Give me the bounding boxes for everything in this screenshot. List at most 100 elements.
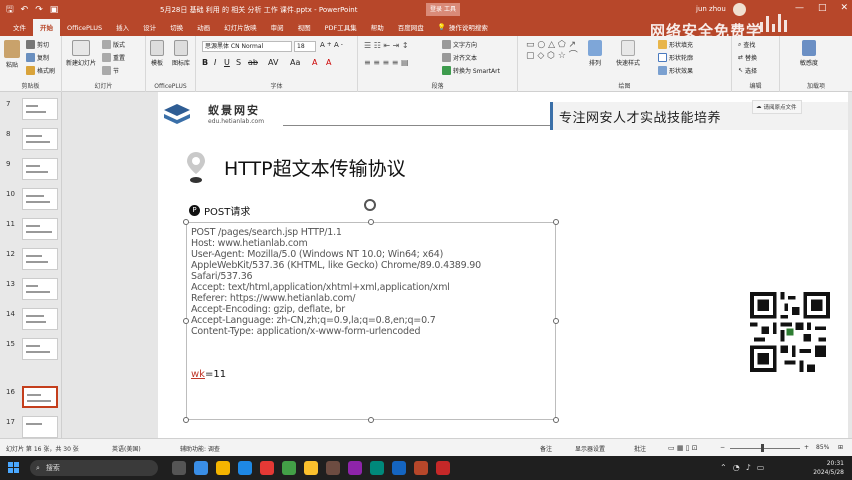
shape-outline-button[interactable]: 形状轮廓	[658, 53, 693, 62]
thumbnail-11[interactable]: 11	[0, 216, 62, 246]
maximize-icon[interactable]: □	[818, 3, 827, 13]
app-icon-6[interactable]	[348, 461, 362, 475]
zoom-slider-thumb[interactable]	[761, 444, 764, 452]
strike-button[interactable]: ab	[248, 58, 258, 67]
fit-slide-icon[interactable]: ⊞	[838, 444, 843, 451]
tab-baidu-netdisk[interactable]: 百度网盘	[391, 19, 431, 36]
slide-title[interactable]: HTTP超文本传输协议	[224, 154, 406, 181]
redo-icon[interactable]: ↷	[35, 5, 43, 15]
powerpoint-icon[interactable]	[414, 461, 428, 475]
tab-animations[interactable]: 动画	[190, 19, 217, 36]
font-color-button[interactable]: A	[312, 58, 317, 67]
resize-handle-tl[interactable]	[183, 219, 189, 225]
tab-help[interactable]: 帮助	[364, 19, 391, 36]
tab-file[interactable]: 文件	[6, 19, 33, 36]
change-case-button[interactable]: Aa	[290, 58, 300, 67]
section-button[interactable]: 节	[102, 66, 119, 75]
grow-font-button[interactable]: A +	[320, 41, 332, 49]
save-icon[interactable]: 🖫	[6, 2, 14, 18]
user-name[interactable]: jun zhou	[696, 5, 726, 13]
zoom-slider-track[interactable]	[730, 448, 800, 449]
quick-styles-button[interactable]: 快速样式	[616, 40, 640, 67]
thumbnail-8[interactable]: 8	[0, 126, 62, 156]
tab-transitions[interactable]: 切换	[163, 19, 190, 36]
resize-handle-tr[interactable]	[553, 219, 559, 225]
task-view-icon[interactable]	[172, 461, 186, 475]
bullets-button[interactable]: ☰ ☷ ⇤ ⇥ ↕	[364, 41, 409, 50]
rotate-handle[interactable]	[364, 199, 376, 211]
tab-pdf-tools[interactable]: PDF工具集	[318, 19, 364, 36]
thumbnail-16[interactable]: 16	[0, 384, 62, 414]
thumbnail-15[interactable]: 15	[0, 336, 62, 366]
file-explorer-icon[interactable]	[216, 461, 230, 475]
resize-handle-t[interactable]	[368, 219, 374, 225]
request-textbox[interactable]: P POST请求 POST /pages/search.jsp HTTP/1.1…	[183, 199, 559, 423]
thumbnail-12[interactable]: 12	[0, 246, 62, 276]
align-buttons[interactable]: ≡ ≡ ≡ ≡ ▤	[364, 58, 409, 67]
tab-slideshow[interactable]: 幻灯片放映	[217, 19, 264, 36]
shape-effects-button[interactable]: 形状效果	[658, 66, 693, 75]
app-icon-1[interactable]	[194, 461, 208, 475]
reset-button[interactable]: 重置	[102, 53, 125, 62]
sync-badge[interactable]: 登录 工具	[426, 3, 460, 16]
display-settings-button[interactable]: 显示器设置	[575, 444, 605, 453]
char-spacing-button[interactable]: AV	[268, 58, 278, 67]
tab-officeplus[interactable]: OfficePLUS	[60, 21, 109, 36]
taskbar-search[interactable]: ⌕ 搜索	[30, 460, 158, 476]
shrink-font-button[interactable]: A-	[334, 41, 343, 49]
upload-badge[interactable]: ☁ 请阅原点文件	[752, 100, 802, 114]
resize-handle-b[interactable]	[368, 417, 374, 423]
thumbnail-7[interactable]: 7	[0, 96, 62, 126]
font-size-select[interactable]: 18	[294, 41, 316, 52]
app-icon-3[interactable]	[282, 461, 296, 475]
replace-button[interactable]: ⇄ 替换	[738, 53, 757, 62]
clock[interactable]: 20:31 2024/5/28	[813, 459, 844, 477]
avatar[interactable]	[733, 3, 746, 16]
new-slide-button[interactable]: 新建幻灯片	[66, 40, 96, 67]
edge-icon[interactable]	[238, 461, 252, 475]
bold-button[interactable]: B	[202, 58, 208, 67]
volume-icon[interactable]: ♪	[746, 463, 751, 472]
icon-library-button[interactable]: 图标库	[172, 40, 190, 67]
zoom-out-icon[interactable]: −	[720, 444, 725, 451]
zoom-level[interactable]: 85%	[816, 444, 829, 451]
thumbnail-13[interactable]: 13	[0, 276, 62, 306]
shapes-gallery[interactable]: ▭ ○ △ ⬠ ↗ ▢ ◇ ⬡ ☆ ⌒	[526, 40, 578, 61]
highlight-button[interactable]: A	[326, 58, 331, 67]
present-icon[interactable]: ▣	[50, 5, 59, 15]
smartart-button[interactable]: 转换为 SmartArt	[442, 66, 500, 75]
app-icon-7[interactable]	[370, 461, 384, 475]
find-button[interactable]: ⌕ 查找	[738, 40, 755, 50]
app-icon-5[interactable]	[326, 461, 340, 475]
paste-button[interactable]: 粘贴	[4, 40, 20, 69]
sensitivity-button[interactable]: 敏感度	[800, 40, 818, 67]
thumbnail-14[interactable]: 14	[0, 306, 62, 336]
shadow-button[interactable]: S	[236, 58, 241, 67]
resize-handle-r[interactable]	[553, 318, 559, 324]
chevron-up-icon[interactable]: ⌃	[720, 463, 727, 472]
resize-handle-br[interactable]	[553, 417, 559, 423]
shape-fill-button[interactable]: 形状填充	[658, 40, 693, 49]
tab-review[interactable]: 审阅	[264, 19, 291, 36]
copy-button[interactable]: 复制	[26, 53, 49, 62]
font-name-select[interactable]: 思源黑体 CN Normal	[202, 41, 292, 52]
notes-button[interactable]: 备注	[540, 444, 552, 453]
align-text-button[interactable]: 对齐文本	[442, 53, 477, 62]
thumbnail-10[interactable]: 10	[0, 186, 62, 216]
underline-button[interactable]: U	[224, 58, 230, 67]
resize-handle-l[interactable]	[183, 318, 189, 324]
resize-handle-bl[interactable]	[183, 417, 189, 423]
close-icon[interactable]: ✕	[840, 3, 848, 13]
comments-button[interactable]: 批注	[634, 444, 646, 453]
select-button[interactable]: ↖ 选择	[738, 66, 757, 75]
templates-button[interactable]: 模板	[150, 40, 164, 67]
undo-icon[interactable]: ↶	[21, 5, 29, 15]
text-direction-button[interactable]: 文字方向	[442, 40, 477, 49]
app-icon-4[interactable]	[304, 461, 318, 475]
windows-start-icon[interactable]	[8, 462, 20, 474]
cut-button[interactable]: 剪切	[26, 40, 49, 49]
battery-icon[interactable]: ▭	[757, 463, 765, 472]
app-icon-2[interactable]	[260, 461, 274, 475]
thumbnail-9[interactable]: 9	[0, 156, 62, 186]
tab-home[interactable]: 开始	[33, 19, 60, 36]
